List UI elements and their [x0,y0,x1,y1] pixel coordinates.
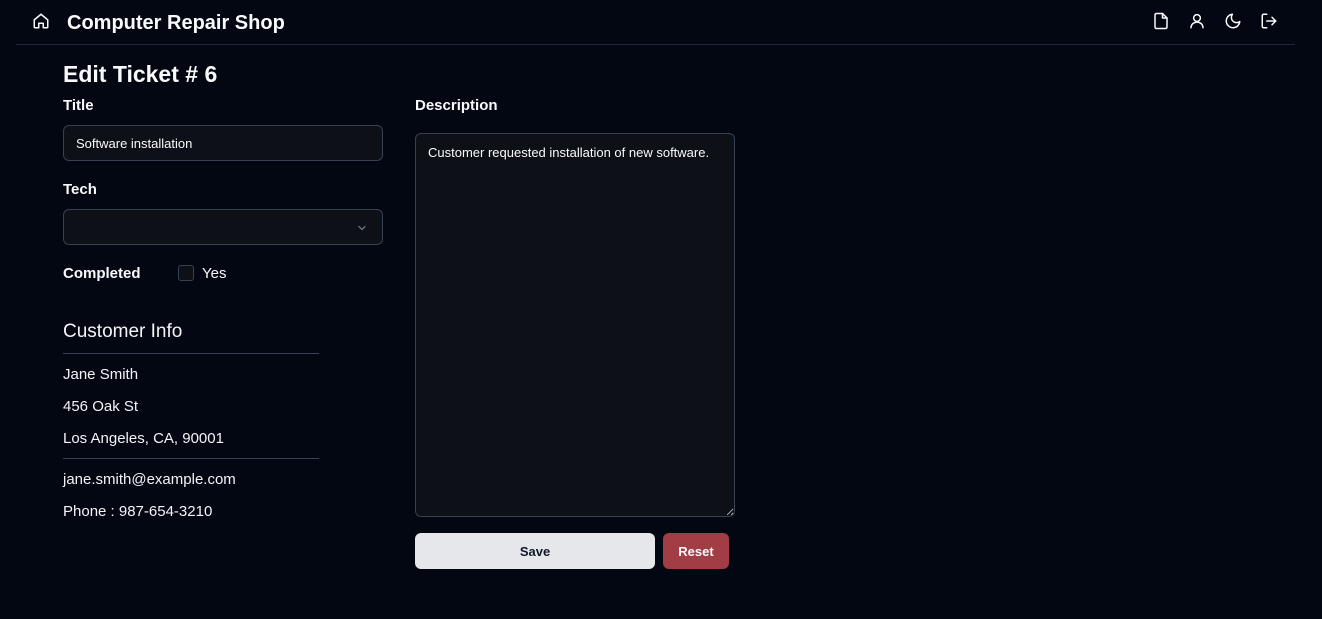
completed-label: Completed [63,265,141,282]
customer-address: 456 Oak St [63,398,139,415]
file-icon[interactable] [1152,12,1170,30]
title-label: Title [63,97,94,114]
customer-city: Los Angeles, CA, 90001 [63,430,224,447]
description-label: Description [415,97,498,114]
completed-checkbox[interactable] [178,265,194,281]
divider [63,353,319,354]
chevron-down-icon [356,222,368,234]
divider [63,458,319,459]
customer-name: Jane Smith [63,366,139,383]
app-title[interactable]: Computer Repair Shop [67,12,285,35]
customer-email: jane.smith@example.com [63,471,236,488]
user-icon[interactable] [1188,12,1206,30]
description-textarea[interactable]: Customer requested installation of new s… [415,133,735,517]
tech-select[interactable] [63,209,383,245]
logout-icon[interactable] [1260,12,1278,30]
home-icon[interactable] [32,12,50,30]
page-title: Edit Ticket # 6 [63,61,218,87]
completed-option-label[interactable]: Yes [202,265,226,282]
customer-phone: Phone : 987-654-3210 [63,503,213,520]
tech-label: Tech [63,181,97,198]
reset-button[interactable]: Reset [663,533,729,569]
top-nav: Computer Repair Shop [16,0,1295,45]
title-input[interactable] [63,125,383,161]
moon-icon[interactable] [1224,12,1242,30]
save-button[interactable]: Save [415,533,655,569]
customer-info-heading: Customer Info [63,321,183,342]
